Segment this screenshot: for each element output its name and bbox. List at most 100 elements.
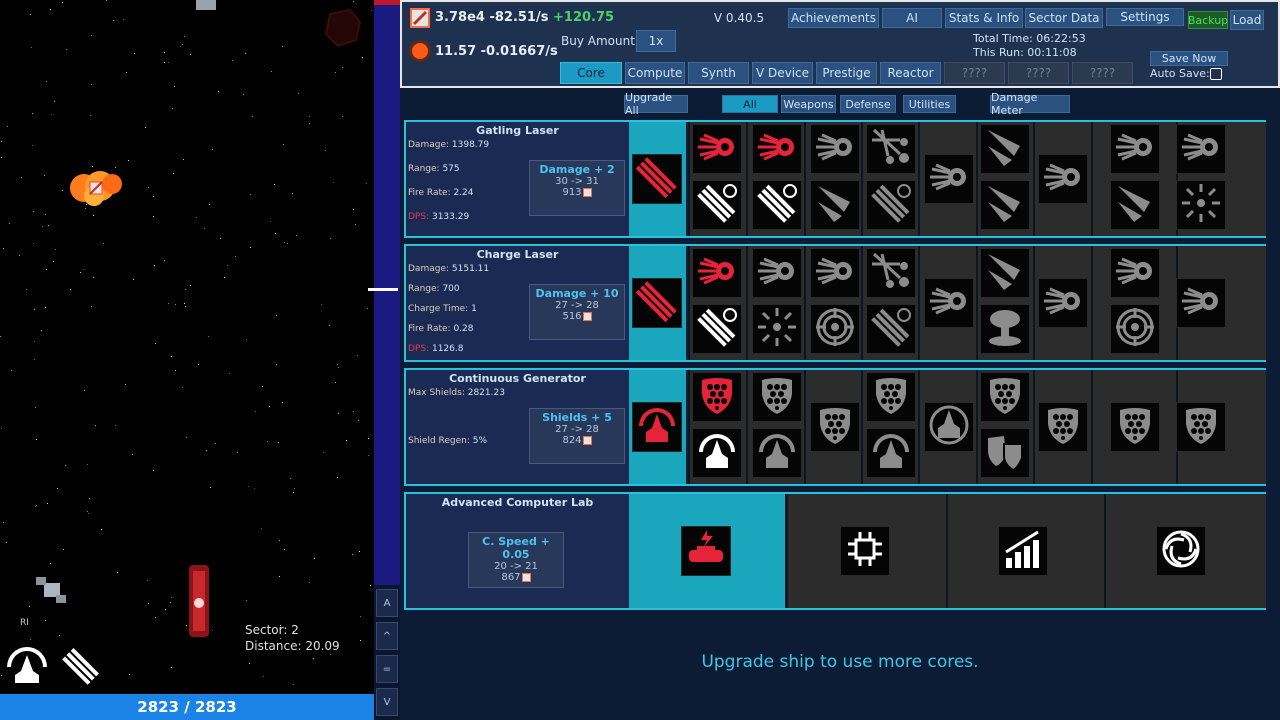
star bbox=[360, 616, 362, 618]
core-option[interactable] bbox=[810, 180, 860, 230]
core-option[interactable] bbox=[692, 248, 742, 298]
core-option[interactable] bbox=[1110, 304, 1160, 354]
core-option[interactable] bbox=[1176, 124, 1226, 174]
load-button[interactable]: Load bbox=[1230, 10, 1264, 30]
core-option[interactable] bbox=[752, 304, 802, 354]
tab-core[interactable]: Core bbox=[560, 62, 622, 84]
reactorR-icon bbox=[685, 528, 727, 574]
core-option[interactable] bbox=[980, 304, 1030, 354]
tab-synth[interactable]: Synth bbox=[688, 62, 749, 84]
active-core-icon[interactable] bbox=[632, 278, 682, 328]
core-option[interactable] bbox=[692, 428, 742, 478]
side-button-equal[interactable]: = bbox=[376, 655, 398, 683]
core-option[interactable] bbox=[980, 372, 1030, 422]
filter-all[interactable]: All bbox=[722, 95, 778, 113]
star bbox=[357, 420, 359, 422]
core-option[interactable] bbox=[1156, 526, 1206, 576]
game-viewport[interactable]: RI Sector: 2 Distance: 20.09 2823 / 2823 bbox=[0, 0, 374, 720]
core-option[interactable] bbox=[980, 428, 1030, 478]
filter-weapons[interactable]: Weapons bbox=[781, 95, 836, 113]
active-core-icon[interactable] bbox=[632, 154, 682, 204]
core-option[interactable] bbox=[752, 372, 802, 422]
core-option[interactable] bbox=[752, 248, 802, 298]
core-option[interactable] bbox=[980, 248, 1030, 298]
core-option[interactable] bbox=[692, 372, 742, 422]
star bbox=[290, 478, 292, 480]
save-now-button[interactable]: Save Now bbox=[1150, 51, 1228, 66]
upgrade-button[interactable]: C. Speed + 0.05 20 -> 21 867 bbox=[468, 532, 564, 588]
nav-sector-data[interactable]: Sector Data bbox=[1025, 8, 1103, 28]
upgrade-all-button[interactable]: Upgrade All bbox=[624, 91, 688, 117]
star bbox=[353, 1, 355, 3]
star bbox=[206, 450, 208, 452]
star bbox=[1, 427, 3, 429]
core-option[interactable] bbox=[752, 180, 802, 230]
core-option[interactable] bbox=[924, 402, 974, 452]
nav-ai[interactable]: AI bbox=[882, 8, 942, 28]
core-option[interactable] bbox=[1110, 402, 1160, 452]
core-option[interactable] bbox=[840, 526, 890, 576]
core-option[interactable] bbox=[752, 428, 802, 478]
nav-stats[interactable]: Stats & Info bbox=[945, 8, 1023, 28]
core-option[interactable] bbox=[866, 428, 916, 478]
gatling-icon bbox=[756, 182, 798, 228]
tab-reactor[interactable]: Reactor bbox=[880, 62, 941, 84]
filter-utilities[interactable]: Utilities bbox=[903, 95, 956, 113]
side-button-a[interactable]: A bbox=[376, 589, 398, 617]
active-core-icon[interactable] bbox=[632, 402, 682, 452]
star bbox=[90, 35, 92, 37]
upgrade-button[interactable]: Shields + 5 27 -> 28 824 bbox=[529, 408, 625, 464]
core-option[interactable] bbox=[1176, 278, 1226, 328]
core-option[interactable] bbox=[1110, 180, 1160, 230]
core-option[interactable] bbox=[1110, 248, 1160, 298]
core-option[interactable] bbox=[692, 304, 742, 354]
core-option[interactable] bbox=[924, 154, 974, 204]
core-option[interactable] bbox=[810, 304, 860, 354]
debris-icon bbox=[196, 0, 216, 10]
core-slot-weapon[interactable] bbox=[58, 641, 106, 689]
core-option[interactable] bbox=[810, 248, 860, 298]
core-option[interactable] bbox=[1110, 124, 1160, 174]
core-option[interactable] bbox=[1176, 180, 1226, 230]
star bbox=[65, 465, 67, 467]
core-option[interactable] bbox=[810, 124, 860, 174]
core-option[interactable] bbox=[866, 248, 916, 298]
core-option[interactable] bbox=[866, 304, 916, 354]
core-option[interactable] bbox=[692, 124, 742, 174]
core-option[interactable] bbox=[866, 124, 916, 174]
nav-achievements[interactable]: Achievements bbox=[788, 8, 879, 28]
buy-amount-button[interactable]: 1x bbox=[636, 30, 676, 52]
damage-meter-button[interactable]: Damage Meter bbox=[990, 91, 1070, 117]
star bbox=[102, 243, 104, 245]
active-core-icon[interactable] bbox=[681, 526, 731, 576]
core-option[interactable] bbox=[866, 180, 916, 230]
core-option[interactable] bbox=[1038, 154, 1088, 204]
tab-prestige[interactable]: Prestige bbox=[816, 62, 877, 84]
side-button-down[interactable]: V bbox=[376, 688, 398, 716]
core-option[interactable] bbox=[924, 278, 974, 328]
tab-locked-3: ???? bbox=[1072, 62, 1133, 84]
stat-key: Range: bbox=[408, 164, 440, 174]
core-option[interactable] bbox=[810, 402, 860, 452]
star bbox=[189, 285, 191, 287]
upgrade-button[interactable]: Damage + 10 27 -> 28 516 bbox=[529, 284, 625, 340]
tab-compute[interactable]: Compute bbox=[625, 62, 685, 84]
nav-settings[interactable]: Settings bbox=[1106, 8, 1184, 26]
backup-button[interactable]: Backup bbox=[1188, 11, 1228, 29]
core-option[interactable] bbox=[866, 372, 916, 422]
filter-defense[interactable]: Defense bbox=[840, 95, 896, 113]
core-option[interactable] bbox=[1038, 402, 1088, 452]
core-option[interactable] bbox=[692, 180, 742, 230]
core-slot-ship[interactable] bbox=[3, 641, 51, 689]
upgrade-button[interactable]: Damage + 2 30 -> 31 913 bbox=[529, 160, 625, 216]
core-option[interactable] bbox=[980, 180, 1030, 230]
side-button-up[interactable]: ^ bbox=[376, 622, 398, 650]
core-option[interactable] bbox=[980, 124, 1030, 174]
auto-save-checkbox[interactable] bbox=[1210, 68, 1222, 80]
core-option[interactable] bbox=[998, 526, 1048, 576]
scrap-icon bbox=[582, 187, 592, 197]
core-option[interactable] bbox=[1038, 278, 1088, 328]
core-option[interactable] bbox=[1176, 402, 1226, 452]
tab-v-device[interactable]: V Device bbox=[752, 62, 813, 84]
core-option[interactable] bbox=[752, 124, 802, 174]
